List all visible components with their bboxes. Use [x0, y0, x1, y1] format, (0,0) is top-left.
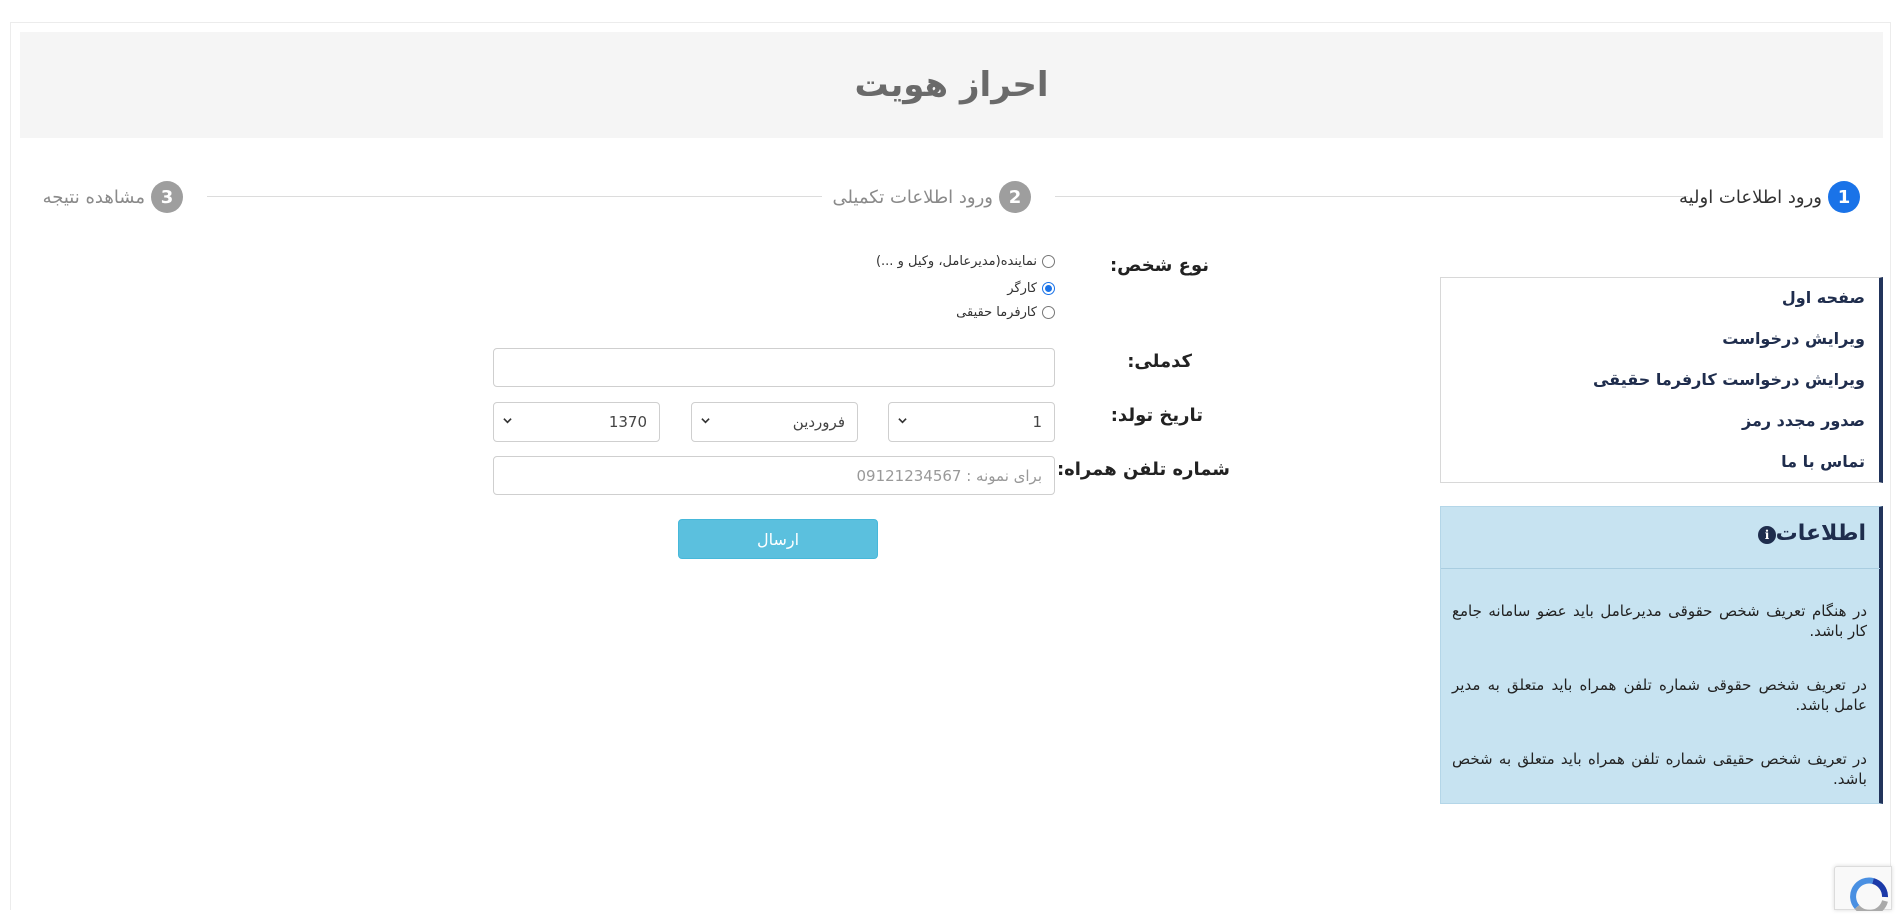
- step-3-label: مشاهده نتیجه: [42, 186, 145, 208]
- national-code-input[interactable]: [493, 348, 1055, 387]
- info-paragraph: در تعریف شخص حقوقی شماره تلفن همراه باید…: [1452, 676, 1867, 714]
- step-connector-1: [1055, 196, 1688, 197]
- info-paragraph: در تعریف شخص حقیقی شماره تلفن همراه باید…: [1452, 750, 1867, 788]
- step-1-number: 1: [1828, 181, 1860, 213]
- chevron-down-icon: [503, 418, 512, 424]
- page-title: احراز هویت: [854, 65, 1049, 105]
- radio-employer-label: کارفرما حقیقی: [956, 305, 1037, 320]
- submit-button[interactable]: ارسال: [678, 519, 878, 559]
- chevron-down-icon: [701, 418, 710, 424]
- step-3: 3 مشاهده نتیجه: [43, 180, 183, 214]
- birth-year-select[interactable]: 1370: [493, 402, 660, 442]
- sidebar-item-edit-request[interactable]: ویرایش درخواست: [1722, 329, 1865, 348]
- person-type-label: نوع شخص:: [1109, 255, 1209, 276]
- sidebar-menu: صفحه اول ویرایش درخواست ویرایش درخواست ک…: [1440, 277, 1883, 483]
- birth-year-value: 1370: [608, 413, 647, 431]
- header-band: احراز هویت: [20, 32, 1883, 138]
- person-type-option-employer[interactable]: کارفرما حقیقی: [956, 305, 1055, 320]
- recaptcha-icon: [1850, 877, 1888, 915]
- birth-month-value: فروردین: [792, 413, 845, 431]
- radio-worker[interactable]: [1042, 282, 1055, 295]
- step-connector-2: [207, 196, 822, 197]
- phone-input[interactable]: برای نمونه : 09121234567: [493, 456, 1055, 495]
- radio-representative-label: نماینده(مدیرعامل، وکیل و ...): [875, 254, 1037, 269]
- step-1: 1 ورود اطلاعات اولیه: [1679, 180, 1860, 214]
- info-title: اطلاعات: [1775, 521, 1866, 546]
- person-type-option-representative[interactable]: نماینده(مدیرعامل، وکیل و ...): [876, 254, 1055, 269]
- step-2: 2 ورود اطلاعات تکمیلی: [832, 180, 1031, 214]
- sidebar-item-home[interactable]: صفحه اول: [1782, 288, 1865, 307]
- info-panel: اطلاعات i در هنگام تعریف شخص حقوقی مدیرع…: [1440, 506, 1883, 804]
- sidebar-item-reissue-password[interactable]: صدور مجدد رمز: [1742, 411, 1865, 430]
- info-circle-icon: i: [1758, 526, 1776, 544]
- step-1-label: ورود اطلاعات اولیه: [1678, 186, 1822, 208]
- step-2-label: ورود اطلاعات تکمیلی: [832, 186, 993, 208]
- phone-label: شماره تلفن همراه:: [1056, 459, 1230, 480]
- national-code-label: کدملی:: [1127, 351, 1192, 372]
- recaptcha-badge[interactable]: [1834, 866, 1892, 915]
- info-paragraph: در هنگام تعریف شخص حقوقی مدیرعامل باید ع…: [1452, 602, 1867, 640]
- birth-date-label: تاریخ تولد:: [1110, 405, 1203, 426]
- radio-employer[interactable]: [1042, 306, 1055, 319]
- step-2-number: 2: [999, 181, 1031, 213]
- birth-day-select[interactable]: 1: [888, 402, 1055, 442]
- chevron-down-icon: [898, 418, 907, 424]
- sidebar-item-contact[interactable]: تماس با ما: [1781, 452, 1865, 471]
- radio-worker-label: کارگر: [1007, 281, 1037, 296]
- birth-day-value: 1: [1032, 413, 1042, 431]
- info-panel-header: اطلاعات i: [1441, 507, 1880, 569]
- radio-representative[interactable]: [1042, 255, 1055, 268]
- person-type-option-worker[interactable]: کارگر: [1007, 281, 1055, 296]
- step-3-number: 3: [151, 181, 183, 213]
- sidebar-item-edit-employer-request[interactable]: ویرایش درخواست کارفرما حقیقی: [1593, 370, 1865, 389]
- birth-month-select[interactable]: فروردین: [691, 402, 858, 442]
